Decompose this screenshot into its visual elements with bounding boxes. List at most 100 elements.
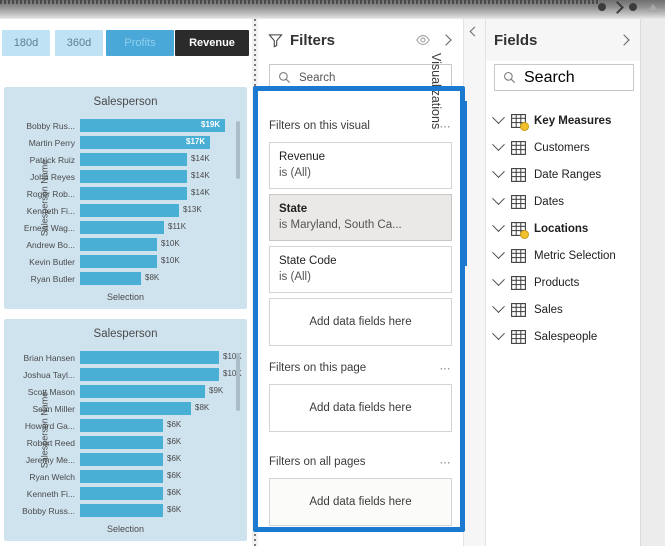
chevron-down-icon[interactable] (492, 111, 505, 125)
chevron-right-icon[interactable] (440, 34, 452, 46)
filter-dropzone-visual[interactable]: Add data fields here (269, 298, 452, 346)
minimize-icon[interactable] (598, 3, 606, 11)
bar-chart-visual-2[interactable]: Salesperson Salesperson Name Brian Hanse… (4, 319, 247, 541)
filters-search-input[interactable]: Search (269, 64, 452, 91)
bar-fill[interactable] (80, 255, 157, 268)
expand-caret-icon[interactable] (647, 4, 659, 12)
visualizations-pane-tab[interactable]: Visualizations (428, 19, 486, 546)
fields-item-date-ranges[interactable]: Date Ranges (492, 161, 640, 188)
bar-row[interactable]: Brian Hansen $10K (18, 349, 242, 366)
fields-item-customers[interactable]: Customers (492, 134, 640, 161)
more-options-icon[interactable]: ⋯ (440, 362, 453, 375)
fields-item-key-measures[interactable]: Key Measures (492, 107, 640, 134)
fields-search-input[interactable]: Search (494, 64, 634, 91)
filter-card-state[interactable]: State is Maryland, South Ca... (269, 194, 452, 241)
restore-arrow-icon[interactable] (611, 1, 624, 14)
bar-row[interactable]: Kenneth Fi... $13K (18, 202, 233, 219)
bar-row[interactable]: Jeremy Me... $6K (18, 451, 233, 468)
filter-dropzone-all-pages[interactable]: Add data fields here (269, 478, 452, 526)
bar-fill[interactable] (80, 238, 157, 251)
bar-fill[interactable] (80, 470, 163, 483)
bar-row[interactable]: Andrew Bo... $10K (18, 236, 233, 253)
bar-category-label: Ryan Butler (30, 273, 75, 284)
chevron-down-icon[interactable] (492, 138, 505, 152)
bar-track: $10K (80, 238, 233, 251)
chart-scrollbar[interactable] (236, 121, 240, 179)
chevron-right-icon[interactable] (618, 34, 630, 46)
bar-row[interactable]: Ernest Wag... $11K (18, 219, 233, 236)
bar-fill[interactable] (80, 351, 219, 364)
table-icon (511, 248, 526, 263)
fields-item-label: Metric Selection (534, 249, 616, 262)
bar-row[interactable]: Howard Ga... $6K (18, 417, 233, 434)
bar-category-label: Ernest Wag... (23, 222, 75, 233)
chevron-down-icon[interactable] (492, 273, 505, 287)
filter-card-revenue[interactable]: Revenue is (All) (269, 142, 452, 189)
bar-row[interactable]: Ryan Welch $6K (18, 468, 233, 485)
bar-row[interactable]: Roger Rob... $14K (18, 185, 233, 202)
x-axis-title: Selection (106, 292, 145, 302)
fields-item-salespeople[interactable]: Salespeople (492, 323, 640, 350)
metric-profits-button[interactable]: Profits (106, 30, 174, 56)
fields-item-locations[interactable]: Locations (492, 215, 640, 242)
bar-row[interactable]: Joshua Tayl... $10K (18, 366, 242, 383)
bar-fill[interactable] (80, 487, 163, 500)
bar-fill[interactable] (80, 504, 163, 517)
bar-fill[interactable] (80, 221, 164, 234)
chevron-down-icon[interactable] (492, 327, 505, 341)
range-180d-button[interactable]: 180d (2, 30, 50, 56)
bar-row[interactable]: Martin Perry $17K (18, 134, 233, 151)
chevron-down-icon[interactable] (492, 165, 505, 179)
bar-row[interactable]: Robert Reed $6K (18, 434, 233, 451)
bar-fill[interactable] (80, 419, 163, 432)
bar-fill[interactable] (80, 453, 163, 466)
more-options-icon[interactable]: ⋯ (440, 456, 453, 469)
bar-row[interactable]: Bobby Russ... $6K (18, 502, 233, 519)
bar-fill[interactable] (80, 368, 219, 381)
bar-row[interactable]: Patrick Ruiz $14K (18, 151, 233, 168)
fields-item-metric-selection[interactable]: Metric Selection (492, 242, 640, 269)
bar-row[interactable]: Kevin Butler $10K (18, 253, 233, 270)
bar-row[interactable]: Kenneth Fi... $6K (18, 485, 233, 502)
bar-fill[interactable] (80, 402, 191, 415)
bar-row[interactable]: Sean Miller $8K (18, 400, 233, 417)
bar-fill[interactable] (80, 436, 163, 449)
filter-card-state-code[interactable]: State Code is (All) (269, 246, 452, 293)
fields-item-sales[interactable]: Sales (492, 296, 640, 323)
chevron-down-icon[interactable] (492, 300, 505, 314)
bar-row[interactable]: John Reyes $14K (18, 168, 233, 185)
bar-row[interactable]: Bobby Rus... $19K (18, 117, 233, 134)
fields-item-products[interactable]: Products (492, 269, 640, 296)
filter-dropzone-page[interactable]: Add data fields here (269, 384, 452, 432)
chevron-down-icon[interactable] (492, 246, 505, 260)
close-icon[interactable] (629, 3, 637, 11)
fields-item-label: Dates (534, 195, 565, 208)
bar-fill[interactable] (80, 385, 205, 398)
bar-value-label: $8K (195, 403, 210, 412)
filter-group-label: Filters on all pages (269, 456, 366, 468)
bar-fill[interactable] (80, 153, 187, 166)
fields-item-dates[interactable]: Dates (492, 188, 640, 215)
metric-revenue-button[interactable]: Revenue (175, 30, 249, 56)
bar-chart-visual-1[interactable]: Salesperson Salesperson Name Bobby Rus..… (4, 87, 247, 309)
chart-scrollbar[interactable] (236, 353, 240, 411)
eye-icon[interactable] (415, 32, 431, 48)
bar-track: $8K (80, 402, 233, 415)
bar-fill[interactable] (80, 187, 187, 200)
bar-row[interactable]: Scott Mason $9K (18, 383, 233, 400)
bar-category-label: Bobby Rus... (26, 120, 75, 131)
window-controls[interactable] (598, 1, 637, 14)
bar-fill[interactable] (80, 170, 187, 183)
bar-value-label: $8K (145, 273, 160, 282)
bar-value-label: $10K (161, 239, 180, 248)
bar-fill[interactable] (80, 272, 141, 285)
bar-track: $14K (80, 187, 233, 200)
bar-fill[interactable] (80, 204, 179, 217)
chevron-left-icon[interactable] (469, 26, 480, 37)
range-360d-button[interactable]: 360d (55, 30, 103, 56)
table-icon (511, 275, 526, 290)
chevron-down-icon[interactable] (492, 192, 505, 206)
chevron-down-icon[interactable] (492, 219, 505, 233)
bar-category-label: Roger Rob... (26, 188, 75, 199)
bar-row[interactable]: Ryan Butler $8K (18, 270, 233, 287)
